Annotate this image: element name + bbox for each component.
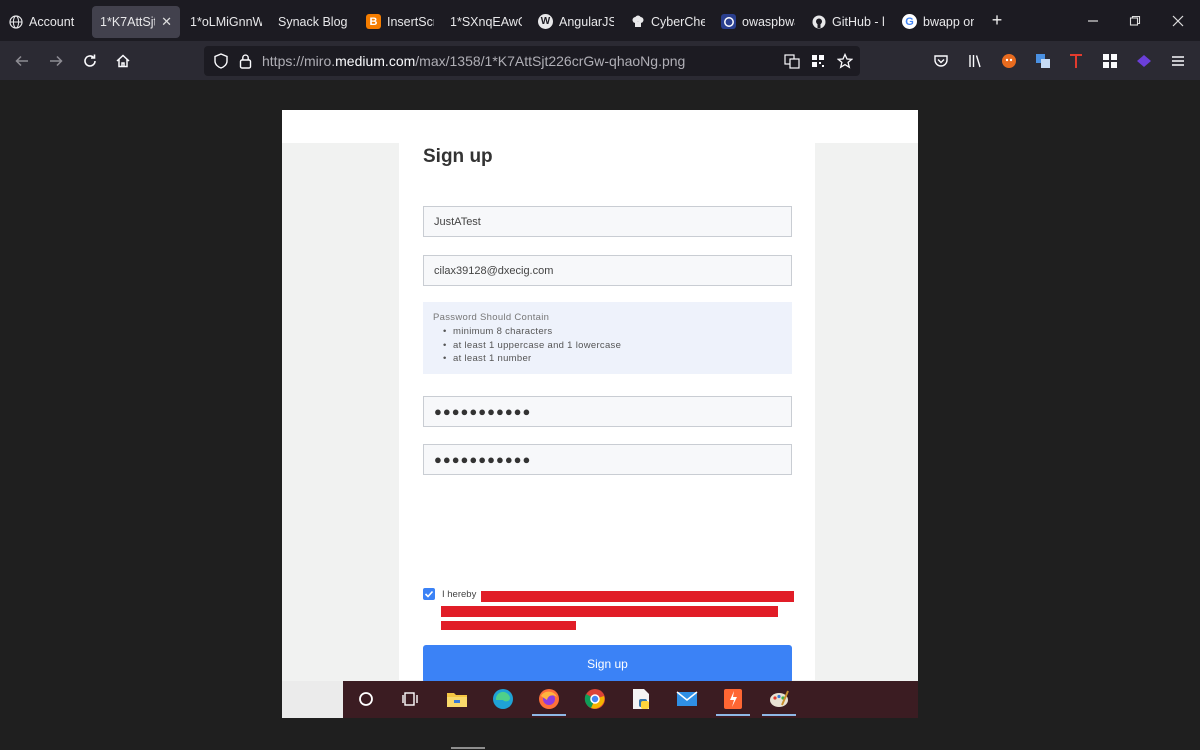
qr-code-icon[interactable] [808, 51, 828, 71]
password-rules-list: minimum 8 characters at least 1 uppercas… [433, 325, 792, 366]
active-app-underline [532, 714, 566, 716]
agree-checkbox[interactable] [423, 588, 435, 600]
restore-icon[interactable] [1113, 0, 1157, 41]
redaction-bar [441, 621, 576, 630]
tab-github[interactable]: GitHub - l [803, 6, 894, 38]
shield-icon[interactable] [211, 51, 231, 71]
tab-label: AngularJS [559, 14, 614, 29]
password-requirements: Password Should Contain minimum 8 charac… [423, 302, 792, 374]
minimize-icon[interactable] [1071, 0, 1115, 41]
menu-icon[interactable] [1168, 51, 1188, 71]
layers-extension-icon[interactable] [1134, 51, 1154, 71]
pocket-icon[interactable] [931, 51, 951, 71]
home-icon[interactable] [109, 47, 137, 75]
github-icon [811, 14, 826, 29]
mail-icon [674, 686, 700, 712]
taskbar-left-strip [282, 681, 343, 718]
tab-bwapp[interactable]: G bwapp on [894, 6, 982, 38]
signup-title: Sign up [423, 146, 493, 167]
name-field[interactable]: JustATest [423, 206, 792, 237]
tab-strip: Account T 1*K7AttSjt2 ✕ 1*oLMiGnnWj Syna… [0, 0, 1200, 41]
globe-icon [8, 14, 23, 29]
close-window-icon[interactable] [1156, 0, 1200, 41]
close-icon[interactable]: ✕ [161, 14, 172, 30]
translate-icon[interactable] [782, 51, 802, 71]
chef-hat-icon [630, 14, 645, 29]
tab-label: Synack Blog | [278, 14, 350, 29]
tab-owaspbwa[interactable]: owaspbwa [713, 6, 803, 38]
screenshot-image: Sign up JustATest cilax39128@dxecig.com … [282, 110, 918, 718]
tab-label: 1*K7AttSjt2 [100, 14, 155, 29]
chrome-icon [582, 686, 608, 712]
reload-icon[interactable] [76, 47, 104, 75]
redaction-bar [441, 606, 778, 617]
python-file-icon [628, 686, 654, 712]
paint-icon [762, 686, 796, 716]
email-field-value: cilax39128@dxecig.com [434, 264, 554, 277]
scroll-indicator [451, 747, 485, 749]
tab-cyberchef[interactable]: CyberChef [622, 6, 713, 38]
navigation-bar: https://miro.medium.com/max/1358/1*K7Att… [0, 41, 1200, 80]
password-requirements-title: Password Should Contain [433, 312, 550, 323]
task-view-icon [398, 686, 424, 712]
active-app-underline [762, 714, 796, 716]
signup-button[interactable]: Sign up [423, 645, 792, 683]
taskbar [343, 681, 918, 718]
tab-label: CyberChef [651, 14, 705, 29]
grid-extension-icon[interactable] [1100, 51, 1120, 71]
forward-arrow-icon[interactable] [42, 47, 70, 75]
back-arrow-icon[interactable] [8, 47, 36, 75]
t-extension-icon[interactable] [1066, 51, 1086, 71]
tab-olmignn[interactable]: 1*oLMiGnnWj [182, 6, 270, 38]
tab-label: owaspbwa [742, 14, 795, 29]
name-field-value: JustATest [434, 215, 481, 228]
owasp-icon [721, 14, 736, 29]
google-icon: G [902, 14, 917, 29]
confirm-password-field[interactable]: ●●●●●●●●●●● [423, 444, 792, 475]
wordpress-icon: W [538, 14, 553, 29]
url-text: https://miro.medium.com/max/1358/1*K7Att… [262, 53, 686, 69]
agree-text: I hereby [442, 589, 477, 600]
blogger-icon: B [366, 14, 381, 29]
url-bar[interactable]: https://miro.medium.com/max/1358/1*K7Att… [204, 46, 860, 76]
password-rule: at least 1 uppercase and 1 lowercase [433, 339, 792, 353]
signup-card: Sign up JustATest cilax39128@dxecig.com … [399, 110, 815, 683]
checkmark-icon [424, 590, 434, 598]
tab-account[interactable]: Account T [0, 6, 83, 38]
password-rule: minimum 8 characters [433, 325, 792, 339]
tab-synack[interactable]: Synack Blog | [270, 6, 358, 38]
edge-browser-icon [490, 686, 516, 712]
tab-angularjs[interactable]: W AngularJS [530, 6, 622, 38]
tab-label: bwapp on [923, 14, 974, 29]
tab-label: Account T [29, 14, 75, 29]
burp-suite-icon [716, 686, 750, 716]
firefox-icon [532, 686, 566, 716]
new-tab-button[interactable]: + [982, 10, 1012, 31]
search-circle-icon [353, 686, 379, 712]
file-explorer-icon [444, 686, 470, 712]
active-app-underline [716, 714, 750, 716]
email-field[interactable]: cilax39128@dxecig.com [423, 255, 792, 286]
tab-k7attsjt[interactable]: 1*K7AttSjt2 ✕ [92, 5, 180, 38]
tab-sxnqeawg[interactable]: 1*SXnqEAwGF [442, 6, 530, 38]
lock-icon[interactable] [235, 51, 255, 71]
page-viewport: Sign up JustATest cilax39128@dxecig.com … [0, 80, 1200, 750]
tab-insertscript[interactable]: B InsertScrip [358, 6, 442, 38]
tab-label: InsertScrip [387, 14, 434, 29]
tab-label: 1*oLMiGnnWj [190, 14, 262, 29]
tab-label: 1*SXnqEAwGF [450, 14, 522, 29]
redaction-bar [481, 591, 794, 602]
tab-label: GitHub - l [832, 14, 885, 29]
translate-extension-icon[interactable] [1033, 51, 1053, 71]
star-icon[interactable] [835, 51, 855, 71]
confirm-password-field-value: ●●●●●●●●●●● [434, 452, 532, 467]
password-rule: at least 1 number [433, 352, 792, 366]
library-icon[interactable] [965, 51, 985, 71]
password-field-value: ●●●●●●●●●●● [434, 404, 532, 419]
password-field[interactable]: ●●●●●●●●●●● [423, 396, 792, 427]
extension-fox-icon[interactable] [999, 51, 1019, 71]
